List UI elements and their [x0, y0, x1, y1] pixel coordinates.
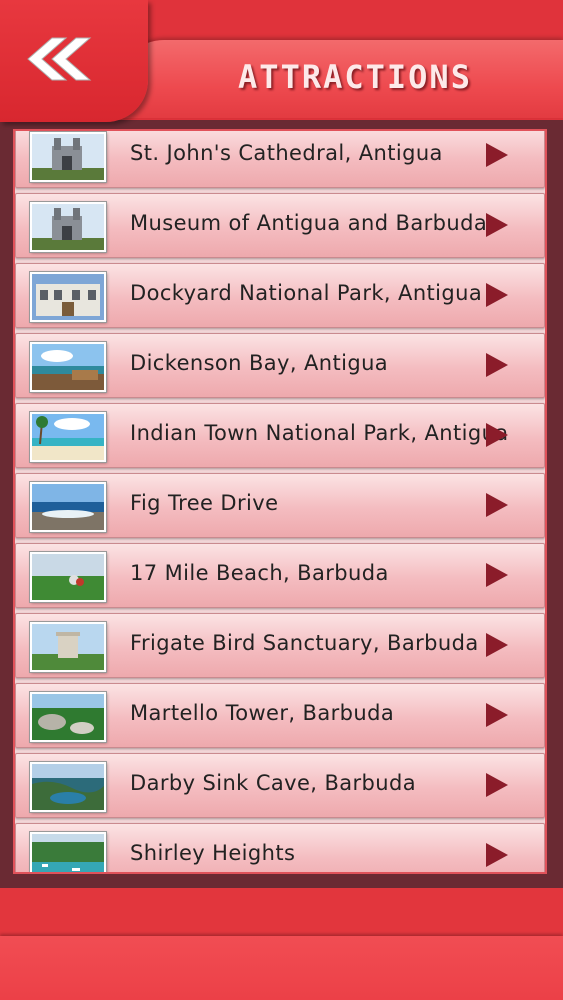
chevron-right-icon: [486, 773, 508, 797]
attraction-thumbnail: [30, 692, 106, 742]
chevron-right-icon: [486, 633, 508, 657]
attraction-row[interactable]: Dockyard National Park, Antigua: [15, 263, 545, 328]
footer-stripe: [0, 936, 563, 1000]
chevron-right-icon: [486, 563, 508, 587]
attraction-label: Indian Town National Park, Antigua: [130, 421, 509, 445]
chevron-right-icon: [486, 493, 508, 517]
attraction-thumbnail: [30, 832, 106, 872]
attraction-label: Darby Sink Cave, Barbuda: [130, 771, 416, 795]
attraction-label: Dickenson Bay, Antigua: [130, 351, 389, 375]
attraction-label: St. John's Cathedral, Antigua: [130, 141, 443, 165]
attraction-row[interactable]: Shirley Heights: [15, 823, 545, 872]
attraction-label: Museum of Antigua and Barbuda: [130, 211, 488, 235]
attraction-row[interactable]: Frigate Bird Sanctuary, Barbuda: [15, 613, 545, 678]
attraction-label: Frigate Bird Sanctuary, Barbuda: [130, 631, 479, 655]
attraction-label: Fig Tree Drive: [130, 491, 279, 515]
chevron-right-icon: [486, 703, 508, 727]
attraction-label: Dockyard National Park, Antigua: [130, 281, 483, 305]
attraction-label: Martello Tower, Barbuda: [130, 701, 395, 725]
attraction-thumbnail: [30, 412, 106, 462]
chevron-right-icon: [486, 283, 508, 307]
attractions-list-frame[interactable]: St. John's Cathedral, Antigua Museum of A…: [13, 129, 547, 874]
chevron-right-icon: [486, 843, 508, 867]
attraction-row[interactable]: Museum of Antigua and Barbuda: [15, 193, 545, 258]
attraction-row[interactable]: Indian Town National Park, Antigua: [15, 403, 545, 468]
double-chevron-left-icon: [27, 37, 92, 81]
attraction-thumbnail: [30, 272, 106, 322]
attraction-row[interactable]: Fig Tree Drive: [15, 473, 545, 538]
chevron-right-icon: [486, 213, 508, 237]
attraction-row[interactable]: Darby Sink Cave, Barbuda: [15, 753, 545, 818]
attraction-thumbnail: [30, 762, 106, 812]
attraction-row[interactable]: Dickenson Bay, Antigua: [15, 333, 545, 398]
attraction-label: Shirley Heights: [130, 841, 296, 865]
attractions-list: St. John's Cathedral, Antigua Museum of A…: [15, 131, 545, 872]
attraction-thumbnail: [30, 202, 106, 252]
attraction-thumbnail: [30, 342, 106, 392]
app-header: ATTRACTIONS: [0, 0, 563, 122]
attraction-row[interactable]: 17 Mile Beach, Barbuda: [15, 543, 545, 608]
chevron-right-icon: [486, 143, 508, 167]
attraction-label: 17 Mile Beach, Barbuda: [130, 561, 389, 585]
attraction-row[interactable]: Martello Tower, Barbuda: [15, 683, 545, 748]
app-footer: [0, 888, 563, 1000]
attraction-thumbnail: [30, 622, 106, 672]
chevron-right-icon: [486, 423, 508, 447]
attraction-row[interactable]: St. John's Cathedral, Antigua: [15, 131, 545, 188]
attraction-thumbnail: [30, 132, 106, 182]
page-title: ATTRACTIONS: [238, 58, 472, 96]
attraction-thumbnail: [30, 552, 106, 602]
chevron-right-icon: [486, 353, 508, 377]
back-button[interactable]: [26, 36, 92, 82]
attraction-thumbnail: [30, 482, 106, 532]
